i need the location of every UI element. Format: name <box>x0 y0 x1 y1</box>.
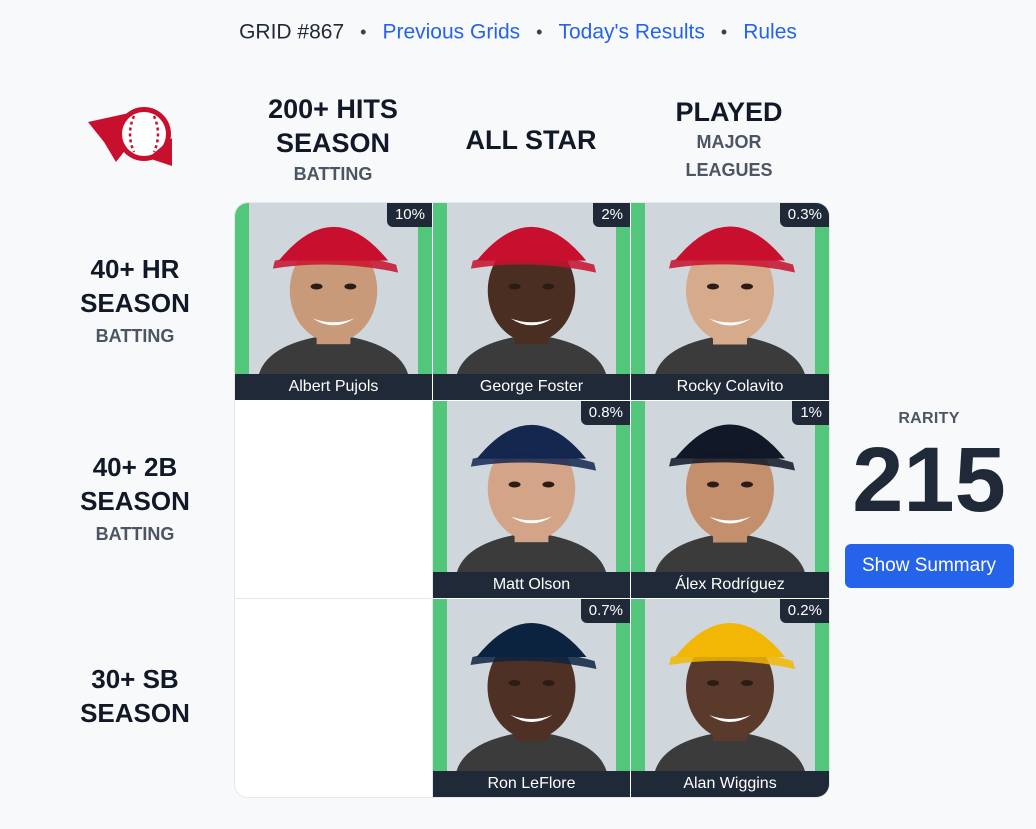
grid-cell-empty[interactable] <box>235 401 433 599</box>
player-name-label: Alan Wiggins <box>631 771 829 797</box>
grid-cell-empty[interactable] <box>235 599 433 797</box>
row-header-2b: 40+ 2B SEASON BATTING <box>36 400 234 598</box>
player-photo <box>645 599 815 771</box>
row-header-title: 40+ 2B SEASON <box>80 452 190 516</box>
pick-percentage-badge: 0.2% <box>779 599 829 623</box>
column-header-all-star: ALL STAR <box>432 90 630 190</box>
column-header-title: PLAYED <box>675 97 783 127</box>
nav-separator: • <box>720 21 728 42</box>
column-header-subtitle: MAJOR LEAGUES <box>685 132 773 180</box>
grid-cell-answered[interactable]: 1% Álex Rodríguez <box>631 401 829 599</box>
column-header-played: PLAYED MAJOR LEAGUES <box>630 90 828 190</box>
grid-cell-answered[interactable]: 0.3% Rocky Colavito <box>631 203 829 401</box>
pick-percentage-badge: 0.7% <box>580 599 630 623</box>
pick-percentage-badge: 1% <box>792 401 829 425</box>
immaculate-grid-logo <box>86 104 176 168</box>
player-photo <box>447 203 616 374</box>
player-photo <box>645 401 815 572</box>
todays-results-link[interactable]: Today's Results <box>558 20 704 43</box>
row-header-title: 30+ SB SEASON <box>80 664 190 728</box>
grid-number: GRID #867 <box>239 20 345 44</box>
answer-grid: 10% Albert Pujols 2% George Foster 0.3% Rocky… <box>234 202 830 798</box>
grid-cell-answered[interactable]: 0.8% Matt Olson <box>433 401 631 599</box>
column-header-title: 200+ HITS SEASON <box>268 94 398 158</box>
pick-percentage-badge: 10% <box>386 203 432 227</box>
grid-cell-answered[interactable]: 0.2% Alan Wiggins <box>631 599 829 797</box>
row-header-title: 40+ HR SEASON <box>80 254 190 318</box>
player-name-label: Ron LeFlore <box>433 771 630 797</box>
player-photo <box>447 599 616 771</box>
grid-cell-answered[interactable]: 10% Albert Pujols <box>235 203 433 401</box>
show-summary-button[interactable]: Show Summary <box>844 544 1014 588</box>
player-photo <box>645 203 815 374</box>
row-header-sb: 30+ SB SEASON <box>36 598 234 796</box>
pick-percentage-badge: 2% <box>593 203 630 227</box>
player-photo <box>249 203 418 374</box>
rarity-panel: RARITY 215 Show Summary <box>836 410 1022 588</box>
grid-cell-answered[interactable]: 0.7% Ron LeFlore <box>433 599 631 797</box>
player-photo <box>447 401 616 572</box>
nav-separator: • <box>536 21 543 42</box>
baseball-logo-icon <box>88 107 172 166</box>
player-name-label: Álex Rodríguez <box>631 572 829 598</box>
column-header-subtitle: BATTING <box>293 164 373 184</box>
column-header-hits: 200+ HITS SEASON BATTING <box>234 90 432 190</box>
previous-grids-link[interactable]: Previous Grids <box>382 20 520 43</box>
pick-percentage-badge: 0.3% <box>779 203 829 227</box>
nav-separator: • <box>360 21 367 42</box>
player-name-label: George Foster <box>433 374 630 400</box>
player-name-label: Matt Olson <box>433 572 630 598</box>
player-name-label: Rocky Colavito <box>631 374 829 400</box>
rules-link[interactable]: Rules <box>743 20 797 43</box>
pick-percentage-badge: 0.8% <box>580 401 630 425</box>
row-header-subtitle: BATTING <box>95 326 175 346</box>
player-name-label: Albert Pujols <box>235 374 432 400</box>
rarity-label: RARITY <box>898 410 960 427</box>
row-header-subtitle: BATTING <box>95 524 175 544</box>
rarity-score: 215 <box>852 429 1006 531</box>
row-header-hr: 40+ HR SEASON BATTING <box>36 202 234 400</box>
column-header-title: ALL STAR <box>465 125 597 155</box>
grid-cell-answered[interactable]: 2% George Foster <box>433 203 631 401</box>
top-nav: GRID #867 • Previous Grids • Today's Results… <box>0 20 1036 50</box>
